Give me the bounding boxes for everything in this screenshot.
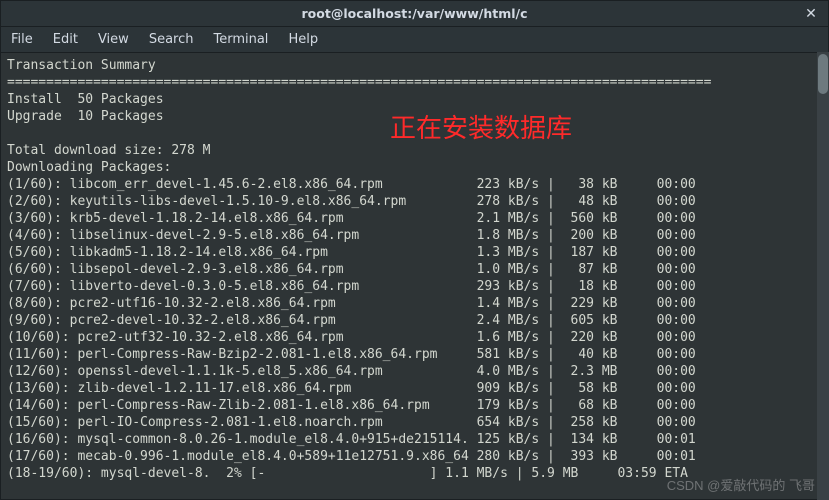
menu-terminal[interactable]: Terminal (209, 30, 272, 49)
titlebar[interactable]: root@localhost:/var/www/html/c ✕ (1, 1, 828, 27)
menu-edit[interactable]: Edit (49, 30, 82, 49)
terminal-window: root@localhost:/var/www/html/c ✕ File Ed… (0, 0, 829, 500)
menu-search[interactable]: Search (145, 30, 198, 49)
menu-file[interactable]: File (7, 30, 37, 49)
menu-view[interactable]: View (94, 30, 133, 49)
menu-help[interactable]: Help (284, 30, 322, 49)
terminal-output[interactable]: Transaction Summary ====================… (1, 53, 828, 499)
scrollbar[interactable] (817, 52, 829, 500)
scrollbar-thumb[interactable] (818, 54, 828, 94)
window-title: root@localhost:/var/www/html/c (302, 6, 528, 21)
menubar: File Edit View Search Terminal Help (1, 27, 828, 53)
close-icon[interactable]: ✕ (802, 5, 820, 23)
